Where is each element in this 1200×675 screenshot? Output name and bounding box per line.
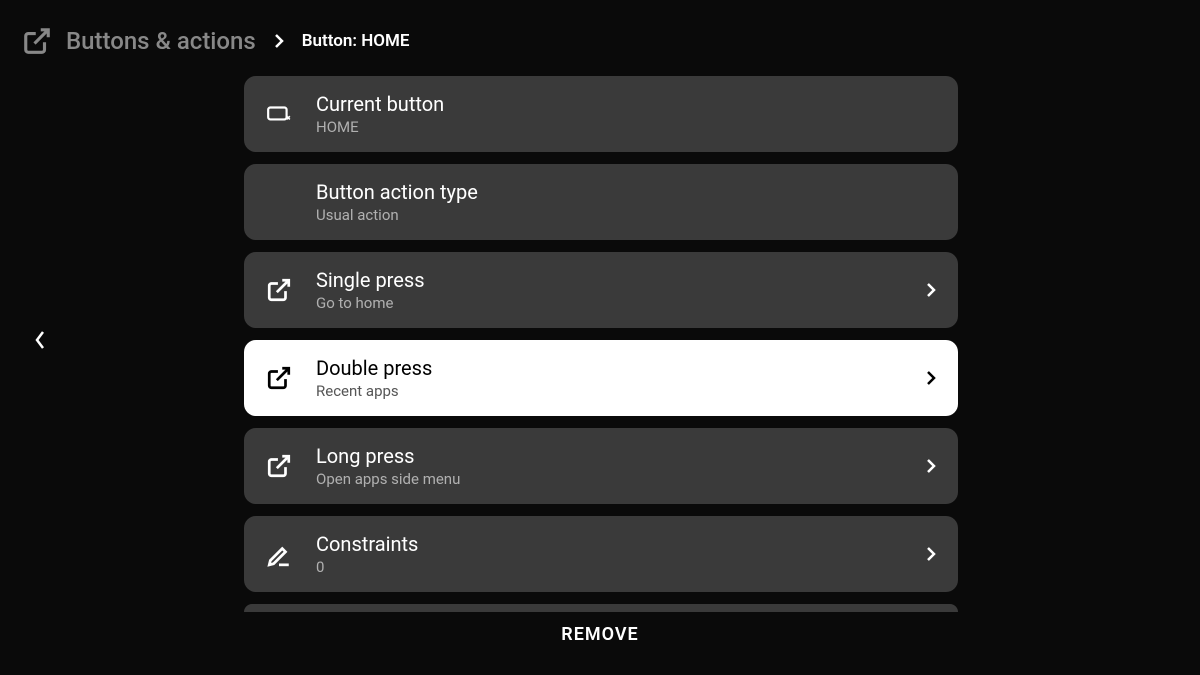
item-subtitle: Usual action — [316, 206, 936, 224]
external-link-icon — [22, 26, 52, 56]
item-title: Double press — [316, 356, 902, 380]
item-text: Current button HOME — [316, 92, 936, 136]
chevron-right-icon — [926, 282, 936, 298]
settings-list: Current button HOME Button action type U… — [244, 76, 958, 612]
partial-item — [244, 604, 958, 612]
single-press-item[interactable]: Single press Go to home — [244, 252, 958, 328]
item-subtitle: HOME — [316, 118, 936, 136]
item-text: Constraints 0 — [316, 532, 902, 576]
remove-button[interactable]: REMOVE — [561, 624, 638, 645]
edit-icon — [266, 541, 292, 567]
item-title: Constraints — [316, 532, 902, 556]
breadcrumb-current: Button: HOME — [302, 31, 410, 51]
dpad-icon — [266, 189, 292, 215]
breadcrumb-parent[interactable]: Buttons & actions — [66, 27, 256, 55]
external-link-icon — [266, 277, 292, 303]
device-icon — [266, 101, 292, 127]
item-title: Single press — [316, 268, 902, 292]
item-text: Button action type Usual action — [316, 180, 936, 224]
chevron-right-icon — [926, 370, 936, 386]
item-text: Double press Recent apps — [316, 356, 902, 400]
chevron-right-icon — [274, 33, 284, 49]
item-text: Long press Open apps side menu — [316, 444, 902, 488]
breadcrumb: Buttons & actions Button: HOME — [22, 26, 409, 56]
button-action-type-item[interactable]: Button action type Usual action — [244, 164, 958, 240]
back-chevron-icon[interactable] — [34, 330, 46, 350]
item-subtitle: Open apps side menu — [316, 470, 902, 488]
item-subtitle: Go to home — [316, 294, 902, 312]
long-press-item[interactable]: Long press Open apps side menu — [244, 428, 958, 504]
item-subtitle: Recent apps — [316, 382, 902, 400]
chevron-right-icon — [926, 458, 936, 474]
constraints-item[interactable]: Constraints 0 — [244, 516, 958, 592]
item-subtitle: 0 — [316, 558, 902, 576]
item-text: Single press Go to home — [316, 268, 902, 312]
item-title: Long press — [316, 444, 902, 468]
chevron-right-icon — [926, 546, 936, 562]
current-button-item[interactable]: Current button HOME — [244, 76, 958, 152]
item-title: Current button — [316, 92, 936, 116]
external-link-icon — [266, 365, 292, 391]
item-title: Button action type — [316, 180, 936, 204]
external-link-icon — [266, 453, 292, 479]
double-press-item[interactable]: Double press Recent apps — [244, 340, 958, 416]
